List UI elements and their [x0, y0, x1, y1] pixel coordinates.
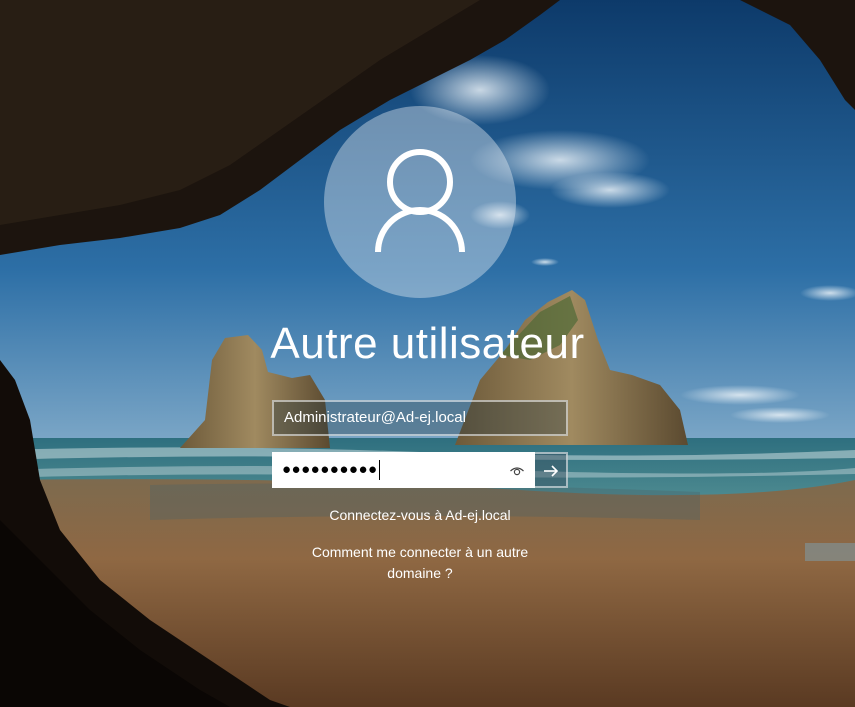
- password-mask: ●●●●●●●●●●: [282, 461, 378, 478]
- other-domain-link-line1: Comment me connecter à un autre: [311, 544, 529, 560]
- password-input[interactable]: ●●●●●●●●●●: [272, 452, 535, 488]
- lock-screen: Autre utilisateur Administrateur@Ad-ej.l…: [0, 0, 855, 707]
- submit-button[interactable]: [535, 452, 568, 488]
- other-domain-link[interactable]: Comment me connecter à un autre domaine …: [280, 542, 560, 584]
- eye-icon[interactable]: [509, 463, 525, 479]
- arrow-right-icon: [544, 465, 559, 477]
- username-input[interactable]: Administrateur@Ad-ej.local: [272, 400, 568, 436]
- user-name-title: Autre utilisateur: [270, 319, 585, 368]
- text-caret: [378, 459, 380, 480]
- user-avatar: [324, 106, 516, 298]
- other-domain-link-line2: domaine ?: [387, 565, 453, 581]
- password-row: ●●●●●●●●●●: [272, 452, 568, 488]
- signin-domain-text: Connectez-vous à Ad-ej.local: [329, 507, 511, 523]
- user-silhouette-icon: [375, 149, 465, 253]
